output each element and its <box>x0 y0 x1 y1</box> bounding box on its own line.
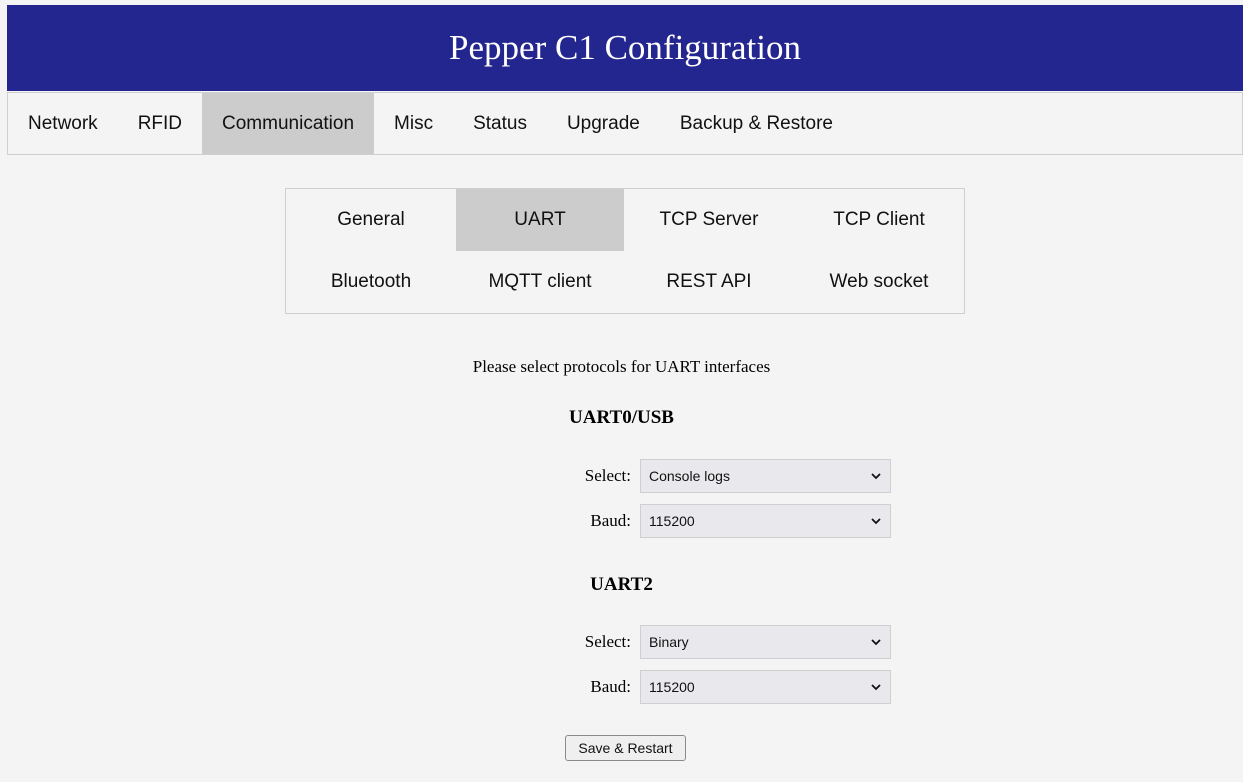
uart2-protocol-select[interactable]: Binary <box>640 625 891 659</box>
uart0-title: UART0/USB <box>569 407 674 428</box>
page-header: Pepper C1 Configuration <box>7 5 1243 91</box>
subnav-rest-api[interactable]: REST API <box>624 251 794 313</box>
nav-item-misc[interactable]: Misc <box>374 93 453 154</box>
top-navigation: Network RFID Communication Misc Status U… <box>7 92 1243 155</box>
uart0-protocol-value: Console logs <box>649 468 730 484</box>
subnav-web-socket[interactable]: Web socket <box>794 251 964 313</box>
uart2-baud-value: 115200 <box>649 679 695 695</box>
subnav-bluetooth[interactable]: Bluetooth <box>286 251 456 313</box>
instruction-text: Please select protocols for UART interfa… <box>472 357 771 376</box>
uart0-select-row: Select: Console logs <box>500 459 901 493</box>
uart2-select-row: Select: Binary <box>500 625 901 659</box>
nav-item-network[interactable]: Network <box>8 93 118 154</box>
subnav-tcp-client[interactable]: TCP Client <box>794 189 964 251</box>
uart2-select-label: Select: <box>584 632 631 651</box>
uart0-baud-row: Baud: 115200 <box>500 504 901 538</box>
nav-item-communication[interactable]: Communication <box>202 93 375 154</box>
communication-subnav: General UART TCP Server TCP Client Bluet… <box>285 188 965 314</box>
uart2-baud-row: Baud: 115200 <box>500 670 901 704</box>
uart0-select-label: Select: <box>584 466 631 485</box>
subnav-tcp-server[interactable]: TCP Server <box>624 189 794 251</box>
nav-item-backup-restore[interactable]: Backup & Restore <box>660 93 853 154</box>
chevron-down-icon <box>870 515 882 527</box>
uart0-baud-select[interactable]: 115200 <box>640 504 891 538</box>
subnav-uart[interactable]: UART <box>456 189 624 251</box>
subnav-mqtt-client[interactable]: MQTT client <box>456 251 624 313</box>
nav-item-status[interactable]: Status <box>453 93 547 154</box>
uart2-baud-label: Baud: <box>590 677 631 696</box>
uart2-title: UART2 <box>590 574 653 595</box>
chevron-down-icon <box>870 681 882 693</box>
save-restart-button[interactable]: Save & Restart <box>565 735 686 761</box>
uart0-baud-label: Baud: <box>590 511 631 530</box>
chevron-down-icon <box>870 470 882 482</box>
nav-item-upgrade[interactable]: Upgrade <box>547 93 660 154</box>
page-title: Pepper C1 Configuration <box>449 28 801 67</box>
subnav-general[interactable]: General <box>286 189 456 251</box>
uart2-baud-select[interactable]: 115200 <box>640 670 891 704</box>
nav-item-rfid[interactable]: RFID <box>118 93 202 154</box>
uart2-protocol-value: Binary <box>649 634 689 650</box>
uart0-baud-value: 115200 <box>649 513 695 529</box>
uart0-protocol-select[interactable]: Console logs <box>640 459 891 493</box>
chevron-down-icon <box>870 636 882 648</box>
